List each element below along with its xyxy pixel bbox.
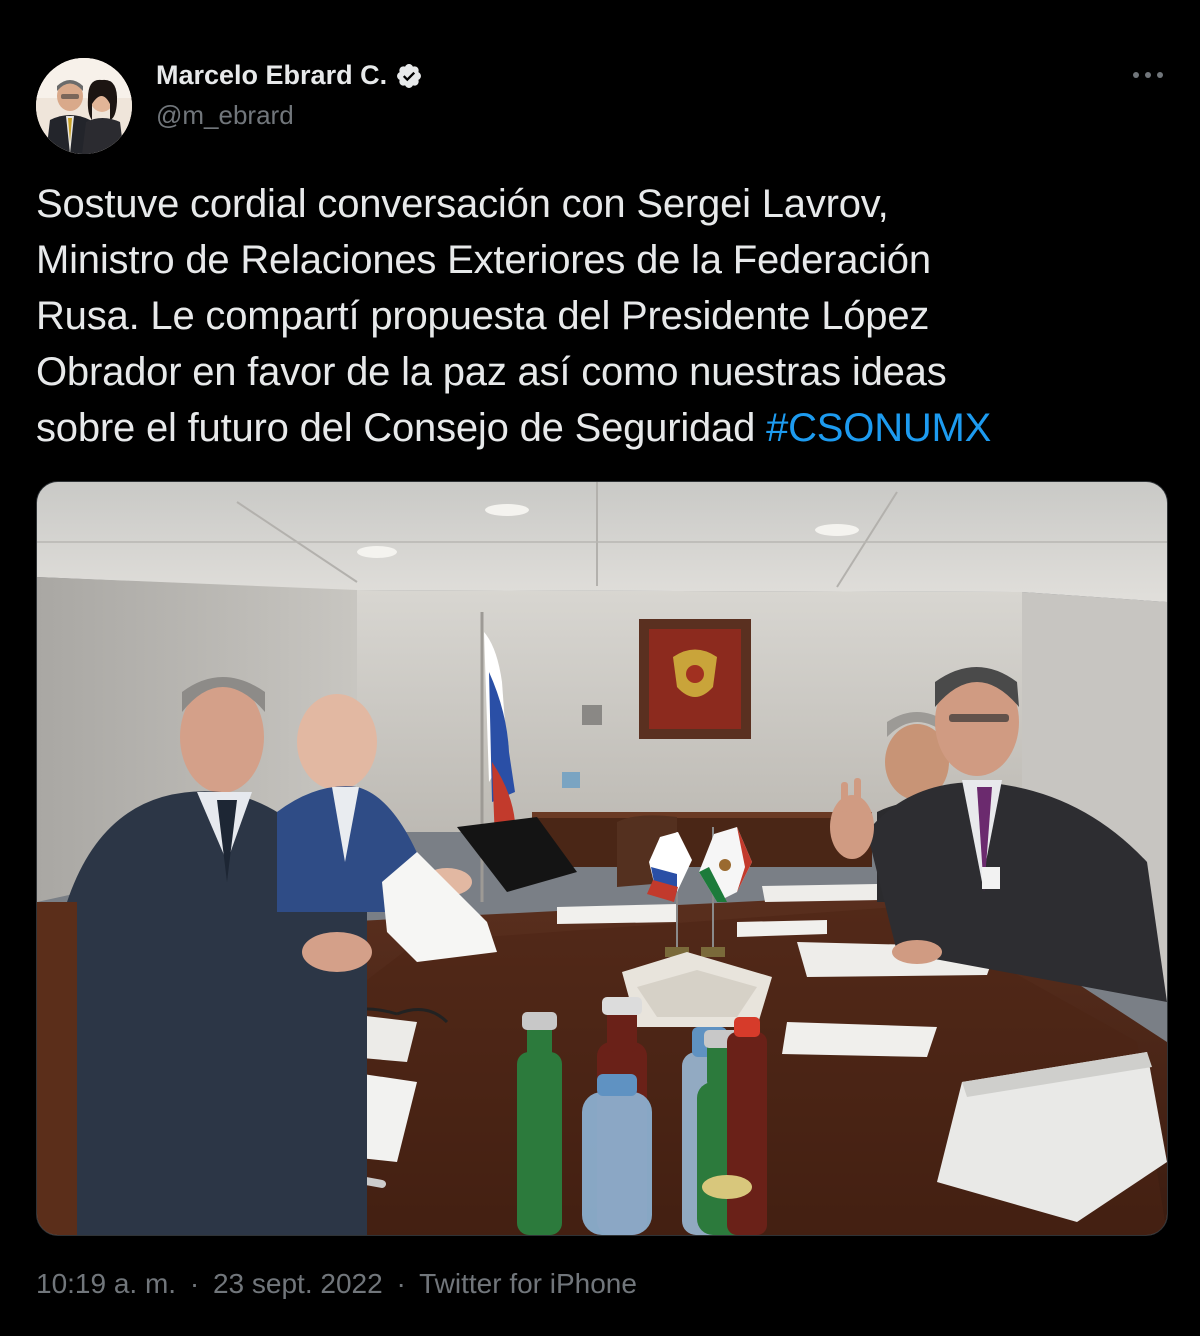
tweet-text-line: Sostuve cordial conversación con Sergei … xyxy=(36,182,889,226)
tweet-meta: 10:19 a. m. · 23 sept. 2022 · Twitter fo… xyxy=(36,1268,637,1300)
tweet-text-line: Obrador en favor de la paz así como nues… xyxy=(36,350,947,394)
verified-badge-icon xyxy=(395,62,423,90)
tweet-text-line: sobre el futuro del Consejo de Seguridad xyxy=(36,406,767,450)
author-display-name[interactable]: Marcelo Ebrard C. xyxy=(156,60,387,91)
author-handle[interactable]: @m_ebrard xyxy=(156,100,294,131)
tweet-photo[interactable] xyxy=(36,481,1168,1236)
tweet-text-line: Ministro de Relaciones Exteriores de la … xyxy=(36,238,931,282)
meta-separator: · xyxy=(189,1268,200,1299)
more-options-icon xyxy=(1133,72,1163,78)
tweet-text: Sostuve cordial conversación con Sergei … xyxy=(36,176,1166,456)
more-options-button[interactable] xyxy=(1128,60,1168,90)
avatar[interactable] xyxy=(36,58,132,154)
hashtag-link[interactable]: #CSONUMX xyxy=(766,406,991,450)
tweet-text-line: Rusa. Le compartí propuesta del Presiden… xyxy=(36,294,930,338)
meta-separator: · xyxy=(396,1268,406,1299)
tweet-source[interactable]: Twitter for iPhone xyxy=(419,1268,637,1299)
tweet-date[interactable]: 23 sept. 2022 xyxy=(213,1268,383,1299)
author-name-row[interactable]: Marcelo Ebrard C. xyxy=(156,60,423,91)
tweet-text-line-last: sobre el futuro del Consejo de Seguridad… xyxy=(36,400,1166,456)
tweet[interactable]: Marcelo Ebrard C. @m_ebrard Sostuve cord… xyxy=(0,0,1200,1336)
tweet-time[interactable]: 10:19 a. m. xyxy=(36,1268,176,1299)
